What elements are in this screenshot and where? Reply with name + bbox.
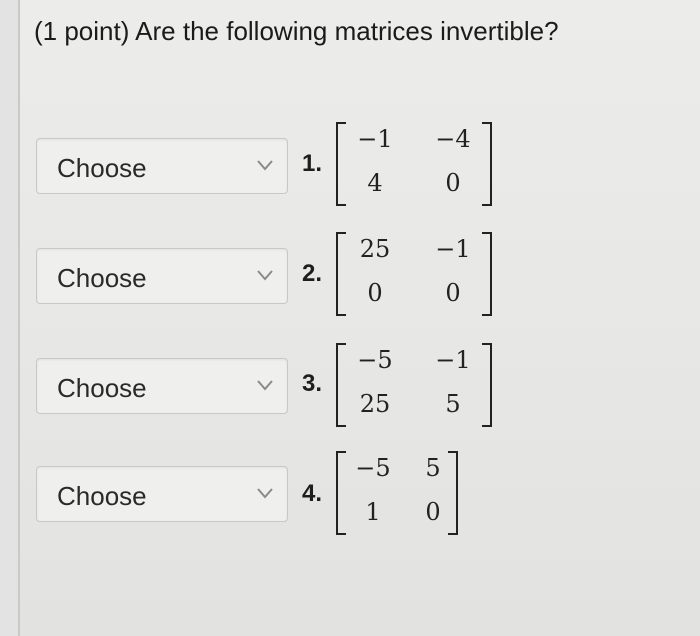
matrix-cell: 25	[359, 235, 391, 263]
invertible-select-1[interactable]: Choose	[36, 138, 288, 194]
left-bracket	[336, 122, 346, 206]
matrix-cell: 25	[359, 390, 391, 418]
right-bracket	[482, 232, 492, 316]
item-number: 4.	[302, 480, 323, 507]
select-value: Choose	[57, 373, 147, 403]
chevron-down-icon	[257, 380, 273, 391]
select-value: Choose	[57, 263, 147, 293]
select-value: Choose	[57, 481, 147, 511]
matrix-cell: 1	[365, 498, 381, 526]
right-bracket	[482, 343, 492, 427]
item-number: 2.	[302, 260, 323, 287]
matrix-cell: −5	[357, 346, 393, 374]
invertible-select-3[interactable]: Choose	[36, 358, 288, 414]
chevron-down-icon	[257, 488, 273, 499]
right-bracket	[482, 122, 492, 206]
matrix-cell: −1	[435, 346, 471, 374]
matrix-4: −5 5 1 0	[334, 450, 460, 536]
right-bracket	[448, 451, 458, 535]
matrix-1: −1 −4 4 0	[334, 121, 494, 207]
select-value: Choose	[57, 153, 147, 183]
matrix-item-3: Choose 3. −5 −1 25 5	[0, 343, 700, 428]
matrix-cell: −1	[435, 235, 471, 263]
invertible-select-4[interactable]: Choose	[36, 466, 288, 522]
matrix-cell: −1	[357, 125, 393, 153]
left-bracket	[336, 343, 346, 427]
matrix-cell: 0	[367, 279, 383, 307]
item-number: 1.	[302, 150, 323, 177]
matrix-cell: 4	[367, 169, 383, 197]
matrix-cell: 5	[445, 390, 461, 418]
item-number: 3.	[302, 370, 323, 397]
chevron-down-icon	[257, 160, 273, 171]
matrix-3: −5 −1 25 5	[334, 342, 494, 428]
question-text: (1 point) Are the following matrices inv…	[34, 16, 559, 46]
left-bracket	[336, 232, 346, 316]
matrix-item-2: Choose 2. 25 −1 0 0	[0, 232, 700, 320]
matrix-cell: −5	[355, 454, 391, 482]
chevron-down-icon	[257, 270, 273, 281]
matrix-2: 25 −1 0 0	[334, 231, 494, 317]
matrix-cell: −4	[435, 125, 471, 153]
matrix-item-1: Choose 1. −1 −4 4 0	[0, 122, 700, 210]
invertible-select-2[interactable]: Choose	[36, 248, 288, 304]
matrix-cell: 0	[445, 169, 461, 197]
matrix-cell: 0	[445, 279, 461, 307]
matrix-item-4: Choose 4. −5 5 1 0	[0, 451, 700, 536]
